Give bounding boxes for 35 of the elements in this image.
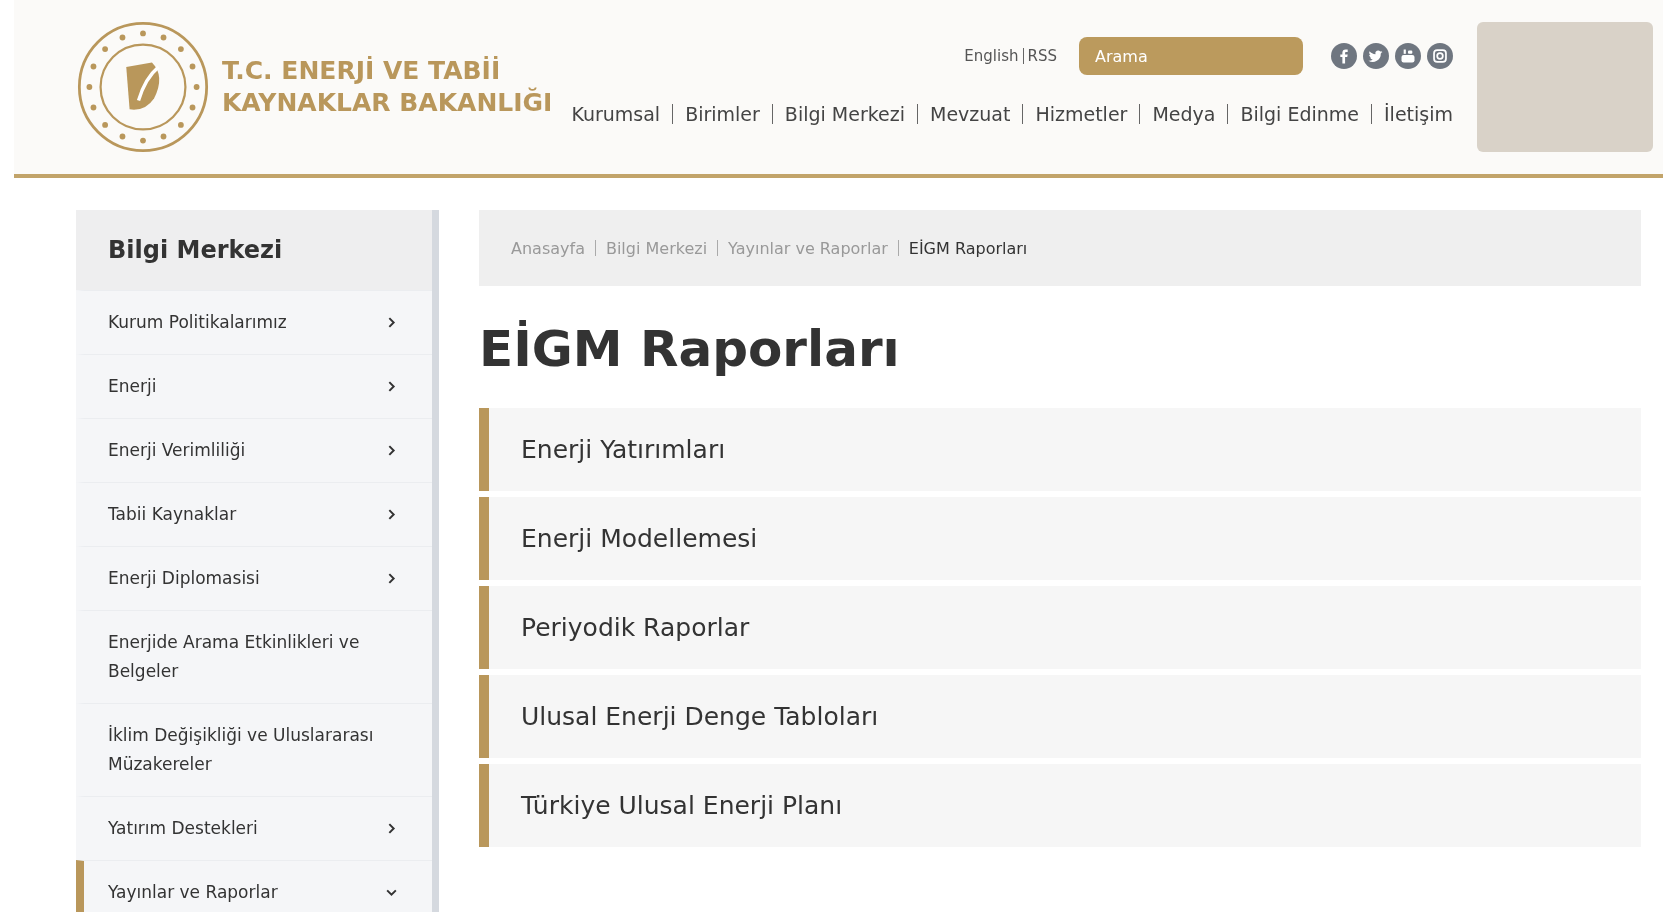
twitter-icon[interactable] (1363, 43, 1389, 69)
search-field[interactable]: Arama (1079, 37, 1303, 75)
report-link[interactable]: Enerji Yatırımları (479, 408, 1641, 491)
language-link[interactable]: RSS (1027, 47, 1057, 65)
ministry-name: KAYNAKLAR BAKANLIĞI (222, 87, 553, 119)
page-title: EİGM Raporları (479, 320, 901, 378)
nav-link[interactable]: Hizmetler (1035, 103, 1128, 125)
report-link[interactable]: Enerji Modellemesi (479, 497, 1641, 580)
report-link[interactable]: Türkiye Ulusal Enerji Planı (479, 764, 1641, 847)
nav-link[interactable]: Mevzuat (930, 103, 1011, 125)
sidebar-item[interactable]: Enerji Diplomasisi (76, 546, 432, 610)
report-link[interactable]: Periyodik Raporlar (479, 586, 1641, 669)
sidebar-title: Bilgi Merkezi (76, 210, 432, 290)
nav-link[interactable]: Medya (1152, 103, 1216, 125)
sidebar-item[interactable]: Yatırım Destekleri (76, 796, 432, 860)
nav-link[interactable]: Bilgi Merkezi (784, 103, 905, 125)
ministry-name: T.C. ENERJİ VE TABİİ (222, 55, 502, 87)
sidebar-item[interactable]: Enerjide Arama Etkinlikleri ve Belgeler (76, 610, 432, 703)
report-link[interactable]: Ulusal Enerji Denge Tabloları (479, 675, 1641, 758)
sidebar-item[interactable]: İklim Değişikliği ve Uluslararası Müzakereler (76, 703, 432, 796)
nav-link[interactable]: Kurumsal (571, 103, 661, 125)
nav-link[interactable]: Bilgi Edinme (1240, 103, 1359, 125)
sidebar-item[interactable]: Kurum Politikalarımız (76, 290, 432, 354)
sidebar-item[interactable]: Yayınlar ve Raporlar (76, 860, 432, 912)
breadcrumb-link[interactable]: EİGM Raporları (908, 238, 1028, 258)
facebook-icon[interactable] (1331, 43, 1357, 69)
language-link[interactable]: English (964, 47, 1019, 65)
sidebar-item[interactable]: Enerji (76, 354, 432, 418)
ministry-emblem-icon (76, 20, 210, 154)
sidebar-item[interactable]: Enerji Verimliliği (76, 418, 432, 482)
nav-link[interactable]: İletişim (1384, 103, 1453, 125)
nav-link[interactable]: Birimler (685, 103, 760, 125)
youtube-icon[interactable] (1395, 43, 1421, 69)
instagram-icon[interactable] (1427, 43, 1453, 69)
sidebar-item[interactable]: Tabii Kaynaklar (76, 482, 432, 546)
